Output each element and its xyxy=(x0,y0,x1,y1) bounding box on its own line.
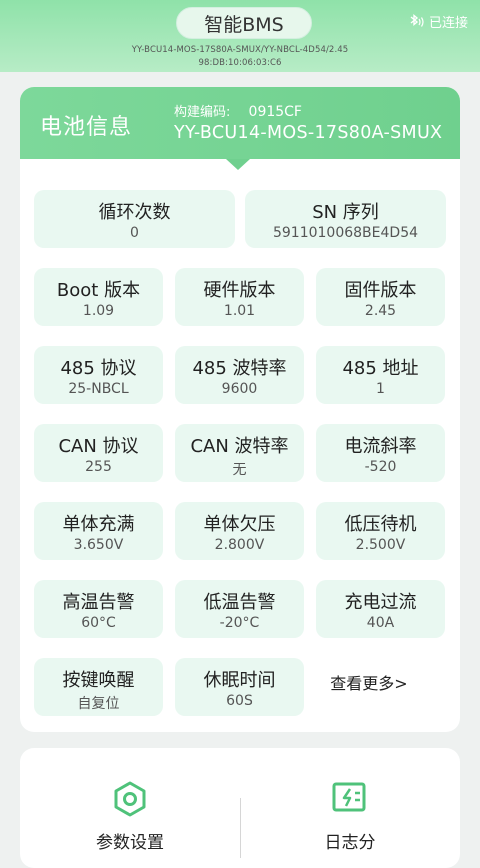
tile-firmware-version: 固件版本 2.45 xyxy=(316,268,445,326)
tile-label: CAN 协议 xyxy=(58,436,139,457)
tile-can-protocol: CAN 协议 255 xyxy=(34,424,163,482)
tile-485-address: 485 地址 1 xyxy=(316,346,445,404)
tile-value: 自复位 xyxy=(77,696,120,712)
tile-value: 2.500V xyxy=(355,537,406,553)
tile-label: 单体欠压 xyxy=(203,514,276,535)
tile-label: 485 地址 xyxy=(342,358,419,379)
tile-label: 低温告警 xyxy=(203,592,276,613)
app-title: 智能BMS xyxy=(176,7,312,39)
tile-value: 3.650V xyxy=(73,537,124,553)
view-more-link[interactable]: 查看更多> xyxy=(318,669,420,699)
tile-label: 高温告警 xyxy=(62,592,135,613)
tile-sleep-time: 休眠时间 60S xyxy=(175,658,304,716)
tile-can-baud: CAN 波特率 无 xyxy=(175,424,304,482)
tile-sn: SN 序列 5911010068BE4D54 xyxy=(245,190,446,248)
connection-status[interactable]: 已连接 xyxy=(406,12,468,31)
tile-value: 2.800V xyxy=(214,537,265,553)
log-icon xyxy=(332,782,366,812)
tile-value: 无 xyxy=(232,462,247,478)
tile-boot-version: Boot 版本 1.09 xyxy=(34,268,163,326)
tile-value: 60S xyxy=(226,693,253,709)
build-code-row: 构建编码: 0915CF xyxy=(174,101,302,120)
tile-value: 2.45 xyxy=(364,303,397,319)
tile-label: 硬件版本 xyxy=(203,280,276,301)
tile-label: 按键唤醒 xyxy=(62,670,135,691)
tile-label: 循环次数 xyxy=(98,202,171,223)
nav-params-settings[interactable]: 参数设置 xyxy=(20,748,240,853)
tile-charge-overcurrent: 充电过流 40A xyxy=(316,580,445,638)
tile-label: 单体充满 xyxy=(62,514,135,535)
tile-label: 充电过流 xyxy=(344,592,417,613)
tile-label: 485 波特率 xyxy=(192,358,287,379)
tile-label: 485 协议 xyxy=(60,358,137,379)
battery-info-header: 电池信息 构建编码: 0915CF YY-BCU14-MOS-17S80A-SM… xyxy=(20,87,460,159)
tile-low-temp-alarm: 低温告警 -20°C xyxy=(175,580,304,638)
tile-value: 1.01 xyxy=(223,303,256,319)
tile-value: 25-NBCL xyxy=(68,381,129,397)
tile-value: 1 xyxy=(376,381,385,397)
tile-cell-undervoltage: 单体欠压 2.800V xyxy=(175,502,304,560)
tile-value: 40A xyxy=(366,615,395,631)
battery-info-card: 电池信息 构建编码: 0915CF YY-BCU14-MOS-17S80A-SM… xyxy=(20,87,460,732)
tile-value: -520 xyxy=(364,459,397,475)
tile-cell-full: 单体充满 3.650V xyxy=(34,502,163,560)
tile-value: 9600 xyxy=(221,381,258,397)
tile-label: 低压待机 xyxy=(344,514,417,535)
top-header: 智能BMS 已连接 YY-BCU14-MOS-17S80A-SMUX/YY-NB… xyxy=(0,0,480,72)
tile-label: 休眠时间 xyxy=(203,670,276,691)
connection-status-label: 已连接 xyxy=(428,16,468,31)
tile-value: 5911010068BE4D54 xyxy=(272,225,419,241)
device-info-line: YY-BCU14-MOS-17S80A-SMUX/YY-NBCL-4D54/2.… xyxy=(131,45,349,55)
nav-log-label: 日志分 xyxy=(324,833,376,853)
bluetooth-icon xyxy=(410,13,424,27)
header-pointer xyxy=(226,159,250,170)
tile-label: CAN 波特率 xyxy=(190,436,289,457)
tile-low-voltage-standby: 低压待机 2.500V xyxy=(316,502,445,560)
tile-current-slope: 电流斜率 -520 xyxy=(316,424,445,482)
battery-model: YY-BCU14-MOS-17S80A-SMUX xyxy=(174,123,443,143)
tile-value: 60°C xyxy=(81,615,116,631)
device-mac: 98:DB:10:06:03:C6 xyxy=(198,58,282,68)
build-code-value: 0915CF xyxy=(248,104,302,120)
tile-label: Boot 版本 xyxy=(56,280,141,301)
tile-value: -20°C xyxy=(219,615,260,631)
tile-485-baud: 485 波特率 9600 xyxy=(175,346,304,404)
tile-value: 255 xyxy=(85,459,112,475)
tile-label: 电流斜率 xyxy=(344,436,417,457)
tile-cycle-count: 循环次数 0 xyxy=(34,190,235,248)
tile-label: 固件版本 xyxy=(344,280,417,301)
tile-key-wake: 按键唤醒 自复位 xyxy=(34,658,163,716)
nav-log[interactable]: 日志分 xyxy=(240,748,460,853)
tile-label: SN 序列 xyxy=(312,202,379,223)
gear-nut-icon xyxy=(114,781,146,817)
tile-value: 0 xyxy=(130,225,139,241)
tile-high-temp-alarm: 高温告警 60°C xyxy=(34,580,163,638)
nav-params-label: 参数设置 xyxy=(96,833,164,853)
tile-value: 1.09 xyxy=(82,303,115,319)
battery-info-title: 电池信息 xyxy=(40,115,133,140)
tile-485-protocol: 485 协议 25-NBCL xyxy=(34,346,163,404)
bottom-nav-card: 参数设置 日志分 xyxy=(20,748,460,868)
tile-hardware-version: 硬件版本 1.01 xyxy=(175,268,304,326)
build-code-label: 构建编码: xyxy=(174,105,231,120)
